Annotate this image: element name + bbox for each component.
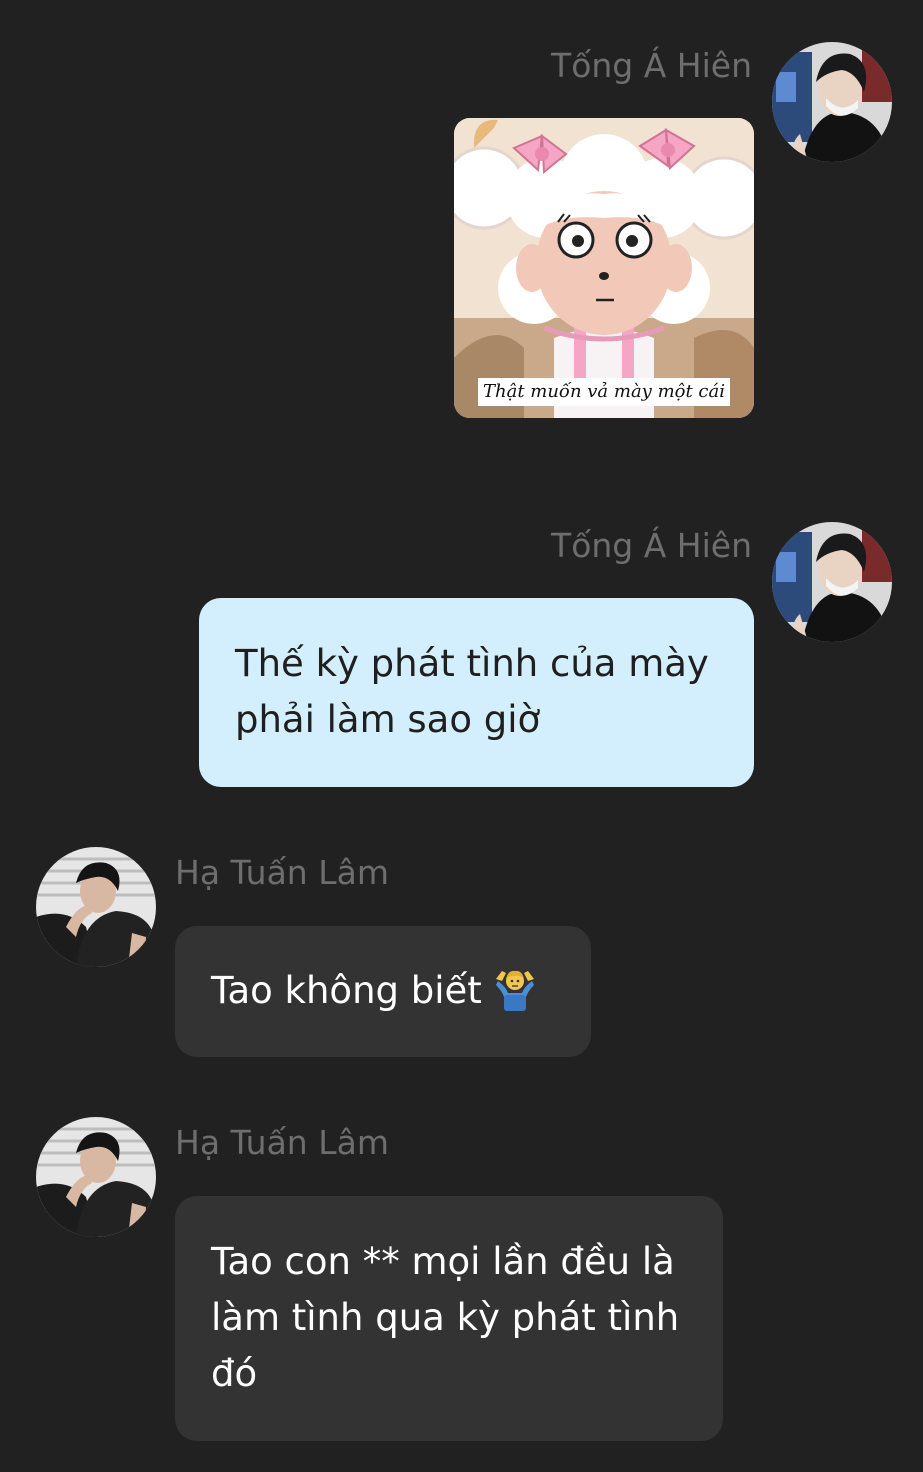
sticker-caption: Thật muốn vả mày một cái <box>478 378 730 406</box>
message-bubble[interactable]: Thế kỳ phát tình của mày phải làm sao gi… <box>199 598 754 787</box>
sheep-sticker-icon <box>454 118 754 418</box>
avatar[interactable] <box>36 1117 156 1237</box>
message-line: Tao con ** mọi lần đều là <box>211 1240 675 1283</box>
avatar-ha-tuan-lam-icon <box>36 847 156 967</box>
avatar-tong-a-hien-icon <box>772 522 892 642</box>
avatar-tong-a-hien-icon <box>772 42 892 162</box>
message-line: Thế kỳ phát tình của mày <box>235 642 709 685</box>
avatar-ha-tuan-lam-icon <box>36 1117 156 1237</box>
message-line: đó <box>211 1352 258 1395</box>
sticker-image[interactable]: Thật muốn vả mày một cái <box>454 118 754 418</box>
avatar[interactable] <box>772 522 892 642</box>
message-bubble[interactable]: Tao không biết <box>175 926 591 1057</box>
message-line: làm tình qua kỳ phát tình <box>211 1296 680 1339</box>
avatar[interactable] <box>772 42 892 162</box>
sender-name: Tống Á Hiên <box>551 526 752 565</box>
message-bubble[interactable]: Tao con ** mọi lần đều là làm tình qua k… <box>175 1196 723 1441</box>
sender-name: Hạ Tuấn Lâm <box>175 853 389 892</box>
message-line: phải làm sao giờ <box>235 698 541 741</box>
sender-name: Tống Á Hiên <box>551 46 752 85</box>
avatar[interactable] <box>36 847 156 967</box>
man-shrugging-icon <box>492 965 538 1011</box>
sender-name: Hạ Tuấn Lâm <box>175 1123 389 1162</box>
message-text: Tao không biết <box>211 969 482 1012</box>
